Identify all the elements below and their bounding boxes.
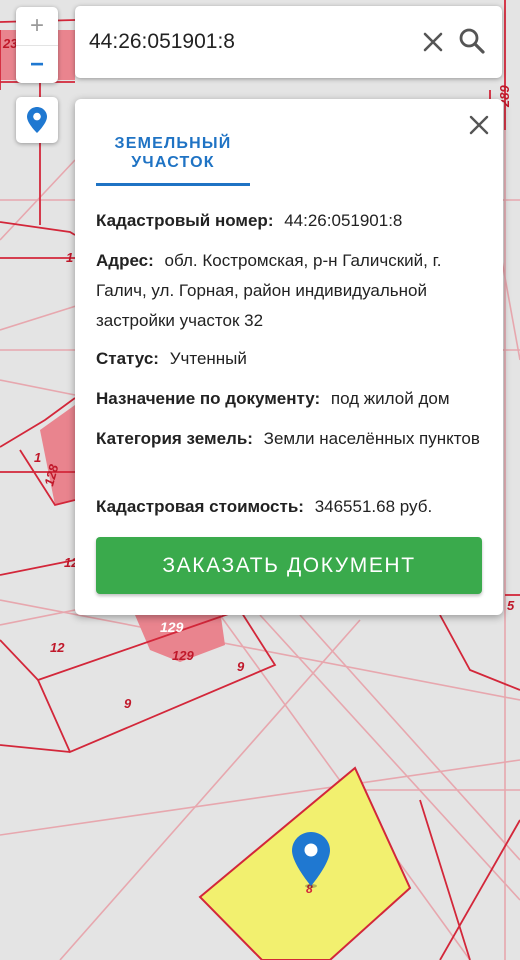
- svg-text:1: 1: [34, 450, 41, 465]
- search-bar: [75, 6, 502, 78]
- tab-land-plot[interactable]: Земельный участок: [96, 134, 250, 186]
- zoom-control: + −: [16, 7, 58, 83]
- zoom-in-button[interactable]: +: [16, 7, 58, 45]
- order-document-button[interactable]: ЗАКАЗАТЬ ДОКУМЕНТ: [96, 537, 482, 594]
- field-status: Статус: Учтенный: [96, 344, 488, 374]
- search-input[interactable]: [89, 24, 409, 60]
- search-icon[interactable]: [458, 27, 486, 55]
- svg-text:9: 9: [124, 696, 132, 711]
- svg-text:1: 1: [66, 250, 73, 265]
- field-value: 44:26:051901:8: [284, 211, 403, 230]
- location-pin-icon: [27, 107, 47, 133]
- field-cadastral-number: Кадастровый номер: 44:26:051901:8: [96, 206, 488, 236]
- field-label: Категория земель:: [96, 429, 253, 448]
- svg-text:129: 129: [172, 648, 194, 663]
- field-value: под жилой дом: [330, 389, 450, 408]
- zoom-out-button[interactable]: −: [16, 45, 58, 84]
- svg-text:129: 129: [160, 619, 184, 635]
- close-icon[interactable]: [421, 30, 445, 54]
- field-value: Земли населённых пунктов: [263, 429, 480, 448]
- my-location-button[interactable]: [16, 97, 58, 143]
- svg-text:5: 5: [507, 598, 515, 613]
- field-label: Статус:: [96, 349, 159, 368]
- field-address: Адрес: обл. Костромская, р-н Галичский, …: [96, 246, 488, 336]
- field-value: Учтенный: [169, 349, 247, 368]
- field-label: Адрес:: [96, 251, 154, 270]
- field-label: Кадастровая стоимость:: [96, 497, 304, 516]
- svg-text:12: 12: [50, 640, 65, 655]
- close-icon[interactable]: [467, 113, 491, 137]
- field-label: Кадастровый номер:: [96, 211, 274, 230]
- svg-text:9: 9: [237, 659, 245, 674]
- map-marker-icon[interactable]: [292, 832, 330, 888]
- parcel-info-popup: Земельный участок Кадастровый номер: 44:…: [75, 99, 503, 615]
- field-value: 346551.68 руб.: [314, 497, 433, 516]
- field-cadastral-value: Кадастровая стоимость: 346551.68 руб.: [96, 492, 488, 522]
- field-purpose: Назначение по документу: под жилой дом: [96, 384, 488, 414]
- field-land-category: Категория земель: Земли населённых пункт…: [96, 424, 488, 454]
- field-label: Назначение по документу:: [96, 389, 321, 408]
